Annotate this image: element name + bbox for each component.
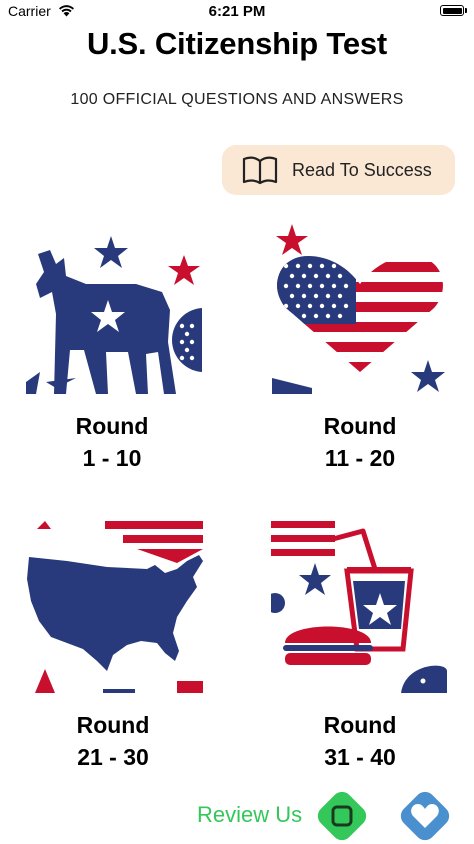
round-1-10-tile[interactable] (26, 222, 202, 394)
usa-map-image (27, 521, 203, 693)
heart-icon[interactable] (397, 788, 453, 844)
round-title: Round (75, 413, 149, 439)
page-subtitle: 100 OFFICIAL QUESTIONS AND ANSWERS (70, 91, 404, 108)
round-31-40-tile[interactable] (271, 521, 447, 693)
page-title: U.S. Citizenship Test (86, 26, 388, 61)
donkey-stars-image (26, 236, 202, 394)
round-31-40-label: Round 31 - 40 (260, 709, 460, 773)
round-range: 11 - 20 (324, 445, 396, 471)
burger-soda-image (271, 521, 447, 693)
round-11-20-label: Round 11 - 20 (260, 410, 460, 474)
round-1-10-label: Round 1 - 10 (12, 410, 212, 474)
status-time: 6:21 PM (208, 3, 266, 20)
round-21-30-tile[interactable] (27, 521, 203, 693)
round-title: Round (76, 712, 150, 738)
battery-icon (440, 5, 464, 16)
round-11-20-tile[interactable] (272, 222, 448, 394)
battery-tip (465, 8, 467, 13)
round-range: 31 - 40 (324, 744, 396, 770)
flag-heart-image (272, 224, 445, 394)
book-icon (242, 156, 278, 185)
round-title: Round (323, 413, 397, 439)
review-app-icon[interactable] (314, 788, 370, 844)
review-us-link[interactable]: Review Us (197, 802, 302, 828)
round-21-30-label: Round 21 - 30 (13, 709, 213, 773)
round-range: 21 - 30 (77, 744, 149, 770)
round-title: Round (323, 712, 397, 738)
read-to-success-label: Read To Success (292, 159, 432, 180)
status-bar: Carrier 6:21 PM (0, 0, 474, 24)
round-range: 1 - 10 (82, 445, 142, 471)
read-to-success-button[interactable]: Read To Success (222, 145, 455, 195)
